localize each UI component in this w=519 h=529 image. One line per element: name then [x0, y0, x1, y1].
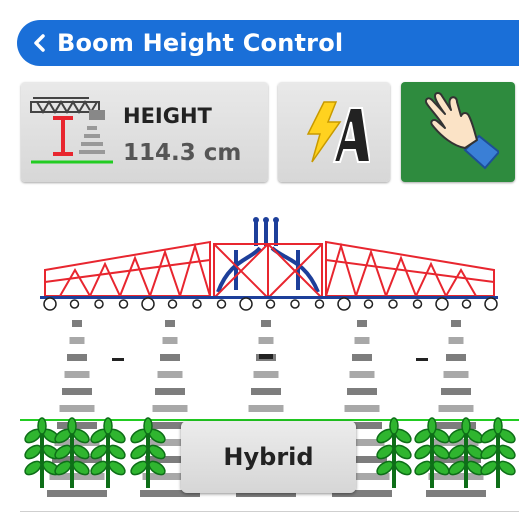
- boom-height-icon: [30, 97, 113, 164]
- hand-icon: [424, 92, 499, 170]
- page-title: Boom Height Control: [57, 29, 344, 57]
- boom-structure: [40, 217, 498, 311]
- height-label: HEIGHT: [123, 104, 212, 128]
- bottom-divider: [20, 511, 519, 512]
- control-mode-button[interactable]: Hybrid: [181, 421, 356, 493]
- chevron-left-icon: [34, 34, 45, 52]
- auto-lightning-icon: [306, 101, 370, 163]
- control-mode-label: Hybrid: [223, 443, 314, 471]
- manual-mode-button[interactable]: [401, 82, 515, 182]
- back-header-button[interactable]: Boom Height Control: [17, 20, 519, 66]
- auto-mode-button[interactable]: [278, 82, 390, 182]
- height-value: 114.3 cm: [123, 140, 242, 166]
- height-tile[interactable]: HEIGHT 114.3 cm: [21, 82, 268, 182]
